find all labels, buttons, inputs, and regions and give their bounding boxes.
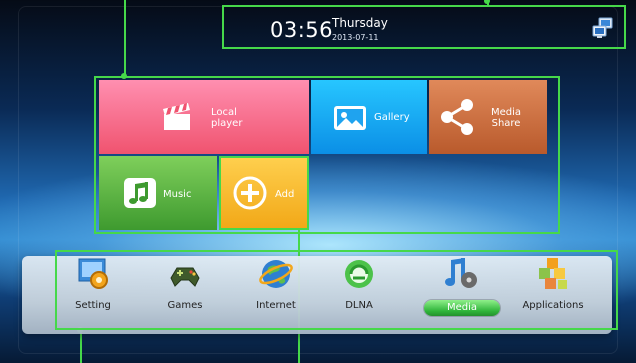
dock-label-dlna: DLNA [345, 300, 373, 311]
dlna-icon [345, 260, 373, 288]
add-tile[interactable]: Add [219, 156, 309, 230]
share-icon [441, 99, 473, 135]
globe-icon [259, 260, 293, 288]
dock-item-applications[interactable]: Applications [508, 252, 598, 322]
gamepad-icon [170, 267, 200, 287]
gear-icon [78, 258, 108, 289]
tv-launcher-screen: 03:56 Thursday 2013-07-11 Local player G… [0, 0, 636, 363]
apps-grid-icon [539, 258, 567, 289]
focus-guide-dot [484, 0, 490, 4]
local-player-label-line2: player [211, 118, 243, 129]
focus-guide-line [124, 0, 126, 76]
dock-item-setting[interactable]: Setting [48, 252, 138, 322]
gallery-tile[interactable]: Gallery [311, 80, 427, 154]
clock-date: 2013-07-11 [332, 33, 379, 42]
picture-icon [334, 106, 366, 130]
media-share-label-line2: Share [491, 118, 521, 129]
dock-label-applications: Applications [522, 300, 584, 311]
network-computer-icon[interactable] [592, 17, 614, 39]
clapperboard-icon [163, 103, 190, 130]
music-note-icon [124, 178, 156, 208]
media-share-label: Media Share [491, 107, 521, 129]
music-tile[interactable]: Music [99, 156, 217, 230]
dock-label-games: Games [167, 300, 203, 311]
media-share-label-line1: Media [491, 107, 522, 118]
focus-guide-line [80, 330, 82, 363]
dock-item-dlna[interactable]: DLNA [314, 252, 404, 322]
add-label: Add [275, 189, 295, 200]
dock-label-internet: Internet [256, 300, 296, 311]
plus-circle-icon [233, 176, 267, 210]
music-label: Music [163, 189, 192, 200]
dock-label-setting: Setting [75, 300, 111, 311]
media-selected-pill[interactable]: Media [424, 300, 500, 316]
dock-item-games[interactable]: Games [140, 252, 230, 322]
gallery-label: Gallery [374, 112, 410, 123]
local-player-label: Local player [211, 107, 242, 129]
local-player-tile[interactable]: Local player [99, 80, 309, 154]
clock-day: Thursday [332, 16, 388, 30]
local-player-label-line1: Local [211, 107, 237, 118]
dock-item-internet[interactable]: Internet [231, 252, 321, 322]
dock-label-media: Media [446, 302, 478, 313]
clock-time: 03:56 [270, 18, 334, 42]
media-icon [445, 258, 477, 288]
media-share-tile[interactable]: Media Share [429, 80, 547, 154]
